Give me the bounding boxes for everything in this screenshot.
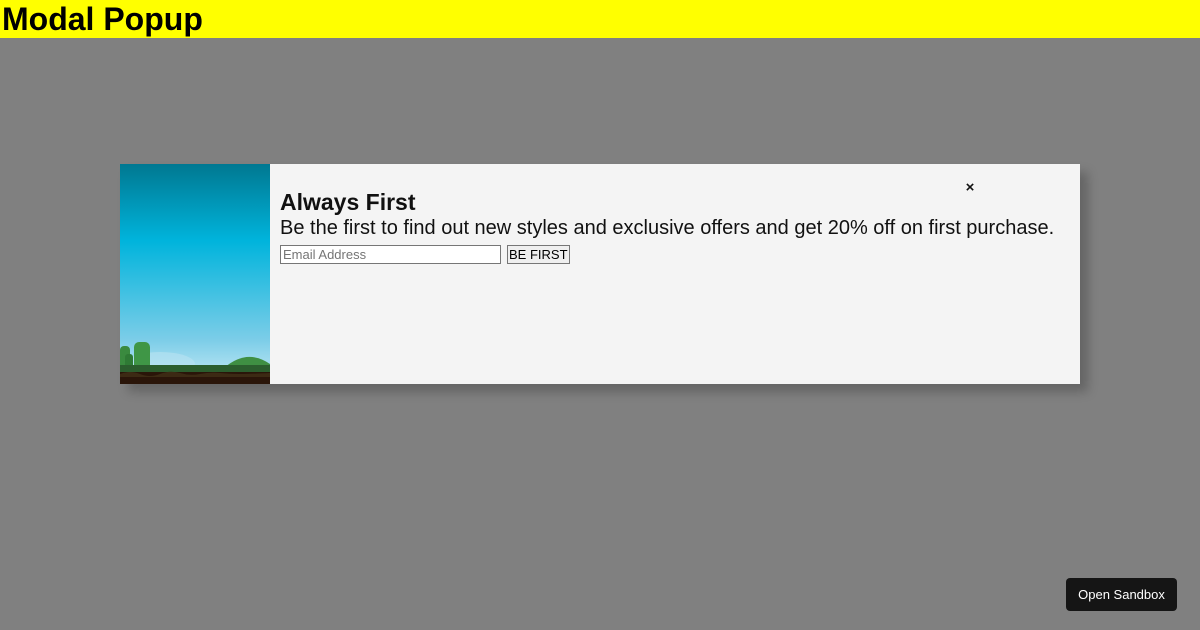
modal-description: Be the first to find out new styles and … [280, 217, 1055, 239]
be-first-button[interactable]: BE FIRST [507, 245, 570, 264]
signup-form: BE FIRST [280, 245, 1070, 264]
close-icon[interactable]: × [963, 180, 977, 196]
email-field[interactable] [280, 245, 501, 264]
page-header: Modal Popup [0, 0, 1200, 38]
modal-content: Always First Be the first to find out ne… [270, 164, 1080, 384]
open-sandbox-button[interactable]: Open Sandbox [1066, 578, 1177, 611]
modal-landscape-image [120, 164, 270, 384]
page-title: Modal Popup [2, 1, 203, 37]
modal-title: Always First [280, 189, 416, 215]
modal-popup: Always First Be the first to find out ne… [120, 164, 1080, 384]
